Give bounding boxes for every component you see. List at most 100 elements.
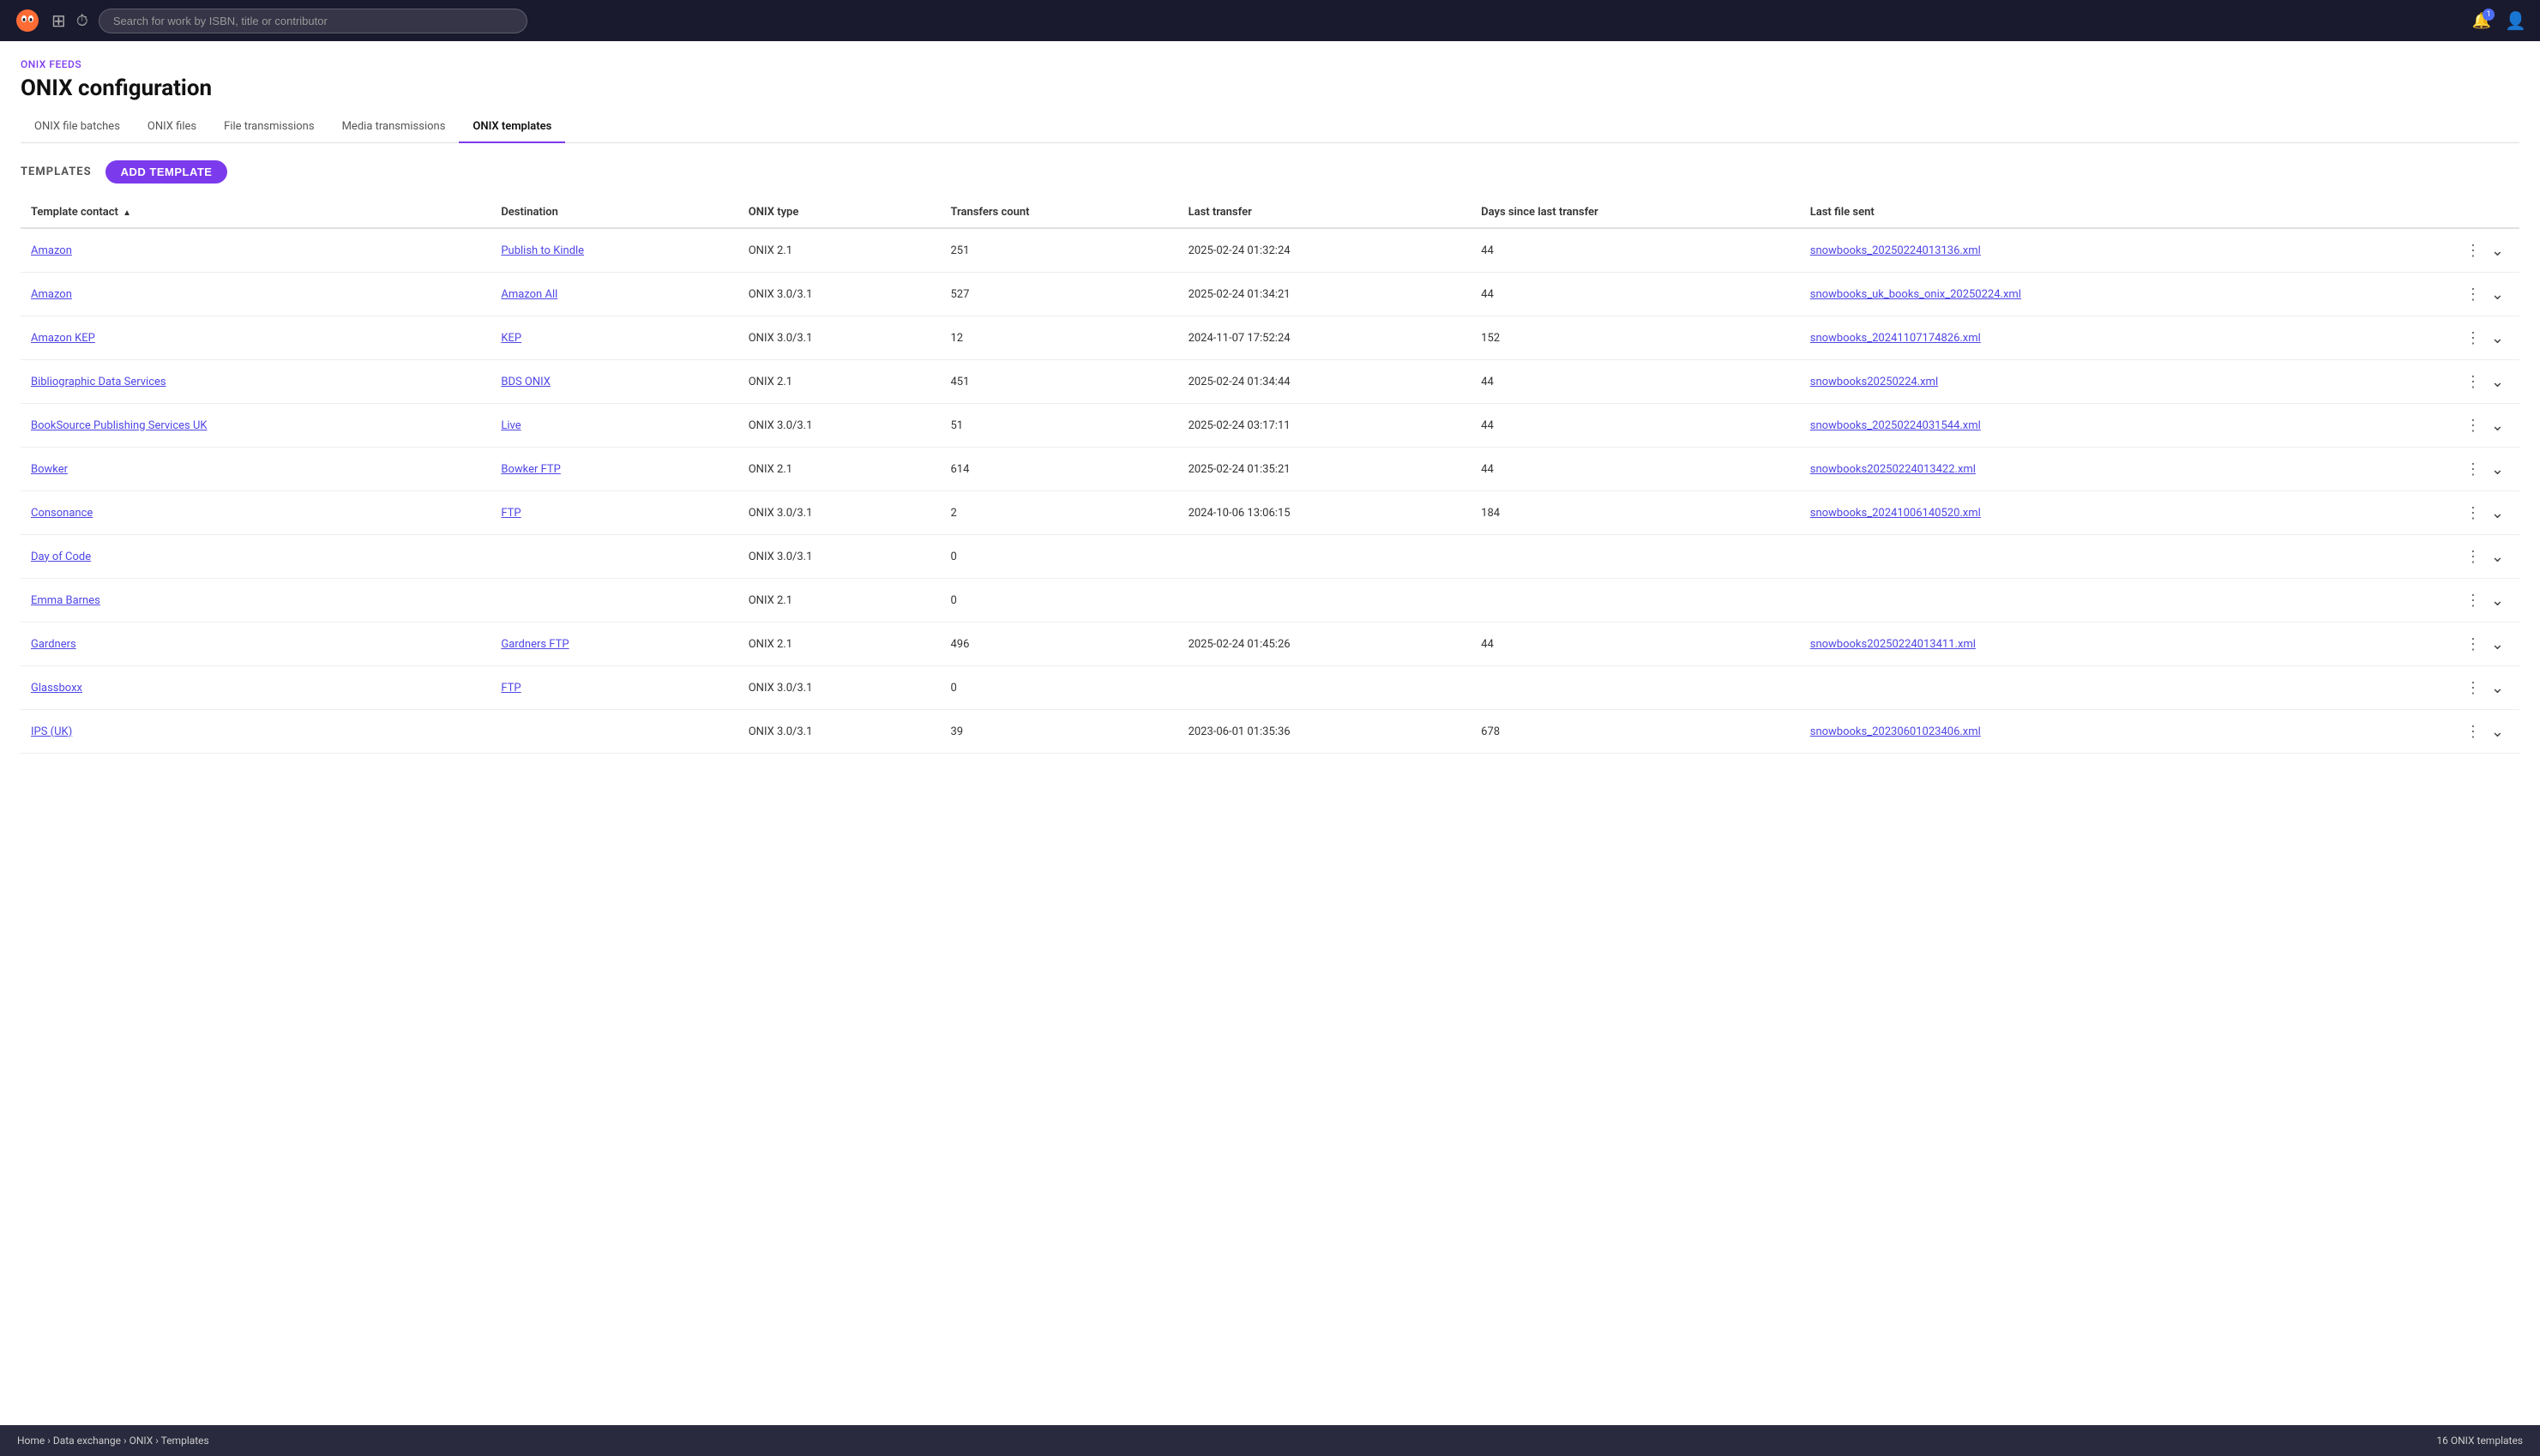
expand-row-button[interactable]: ⌄	[2486, 239, 2509, 262]
last-file-link[interactable]: snowbooks_20241006140520.xml	[1810, 507, 1981, 520]
last-transfer-cell: 2025-02-24 01:34:21	[1178, 273, 1472, 316]
page-content: ONIX FEEDS ONIX configuration ONIX file …	[0, 41, 2540, 1425]
last-file-link[interactable]: snowbooks20250224.xml	[1810, 376, 1938, 388]
tab-file-transmissions[interactable]: File transmissions	[210, 113, 328, 143]
user-avatar[interactable]: 👤	[2505, 10, 2526, 31]
more-options-button[interactable]: ⋮	[2460, 283, 2486, 305]
transfers-count-cell: 527	[940, 273, 1177, 316]
onix-type-cell: ONIX 3.0/3.1	[738, 710, 941, 754]
contact-link[interactable]: Amazon KEP	[31, 332, 95, 345]
contact-link[interactable]: Bibliographic Data Services	[31, 376, 166, 388]
more-options-button[interactable]: ⋮	[2460, 720, 2486, 743]
logo-icon[interactable]	[14, 7, 41, 34]
last-file-link[interactable]: snowbooks_20250224031544.xml	[1810, 419, 1981, 432]
destination-link[interactable]: Publish to Kindle	[501, 244, 584, 257]
expand-row-button[interactable]: ⌄	[2486, 458, 2509, 480]
tab-onix-files[interactable]: ONIX files	[134, 113, 210, 143]
table-row: Bibliographic Data ServicesBDS ONIXONIX …	[21, 360, 2519, 404]
breadcrumb: ONIX FEEDS	[21, 58, 2519, 70]
last-transfer-cell: 2025-02-24 01:45:26	[1178, 623, 1472, 666]
days-since-cell: 44	[1471, 360, 1800, 404]
contact-link[interactable]: Emma Barnes	[31, 594, 100, 607]
table-row: AmazonPublish to KindleONIX 2.12512025-0…	[21, 228, 2519, 273]
row-actions-cell: ⋮⌄	[2353, 448, 2519, 491]
page-title: ONIX configuration	[21, 75, 2519, 101]
transfers-count-cell: 496	[940, 623, 1177, 666]
last-transfer-cell	[1178, 579, 1472, 623]
table-row: BowkerBowker FTPONIX 2.16142025-02-24 01…	[21, 448, 2519, 491]
bottom-breadcrumb: Home › Data exchange › ONIX › Templates	[17, 1435, 209, 1447]
contact-link[interactable]: BookSource Publishing Services UK	[31, 419, 208, 432]
more-options-button[interactable]: ⋮	[2460, 327, 2486, 349]
contact-link[interactable]: IPS (UK)	[31, 725, 72, 738]
destination-link[interactable]: FTP	[501, 507, 521, 520]
destination-link[interactable]: Amazon All	[501, 288, 557, 301]
tab-media-transmissions[interactable]: Media transmissions	[328, 113, 460, 143]
col-onix-type: ONIX type	[738, 197, 941, 228]
expand-row-button[interactable]: ⌄	[2486, 633, 2509, 655]
destination-link[interactable]: KEP	[501, 332, 521, 345]
more-options-button[interactable]: ⋮	[2460, 589, 2486, 611]
more-options-button[interactable]: ⋮	[2460, 239, 2486, 262]
expand-row-button[interactable]: ⌄	[2486, 545, 2509, 568]
transfers-count-cell: 451	[940, 360, 1177, 404]
contact-link[interactable]: Gardners	[31, 638, 76, 651]
contact-link[interactable]: Day of Code	[31, 551, 91, 563]
top-navigation: ⊞ ⏱ 🔔 1 👤	[0, 0, 2540, 41]
row-actions-cell: ⋮⌄	[2353, 228, 2519, 273]
table-row: GlassboxxFTPONIX 3.0/3.10⋮⌄	[21, 666, 2519, 710]
row-actions-cell: ⋮⌄	[2353, 360, 2519, 404]
last-file-link[interactable]: snowbooks20250224013411.xml	[1810, 638, 1976, 651]
grid-icon[interactable]: ⊞	[51, 10, 66, 31]
last-transfer-cell: 2025-02-24 01:35:21	[1178, 448, 1472, 491]
more-options-button[interactable]: ⋮	[2460, 545, 2486, 568]
last-transfer-cell: 2025-02-24 03:17:11	[1178, 404, 1472, 448]
col-template-contact[interactable]: Template contact ▲	[21, 197, 491, 228]
destination-link[interactable]: Gardners FTP	[501, 638, 569, 651]
more-options-button[interactable]: ⋮	[2460, 370, 2486, 393]
history-icon[interactable]: ⏱	[76, 12, 88, 30]
expand-row-button[interactable]: ⌄	[2486, 720, 2509, 743]
expand-row-button[interactable]: ⌄	[2486, 677, 2509, 699]
days-since-cell: 44	[1471, 228, 1800, 273]
contact-link[interactable]: Amazon	[31, 288, 72, 301]
more-options-button[interactable]: ⋮	[2460, 414, 2486, 436]
last-file-link[interactable]: snowbooks_20230601023406.xml	[1810, 725, 1981, 738]
destination-link[interactable]: Live	[501, 419, 521, 432]
tab-onix-templates[interactable]: ONIX templates	[459, 113, 565, 143]
expand-row-button[interactable]: ⌄	[2486, 327, 2509, 349]
days-since-cell: 678	[1471, 710, 1800, 754]
destination-link[interactable]: FTP	[501, 682, 521, 695]
add-template-button[interactable]: ADD TEMPLATE	[105, 160, 228, 184]
last-file-link[interactable]: snowbooks_uk_books_onix_20250224.xml	[1810, 288, 2021, 301]
notifications-bell[interactable]: 🔔 1	[2472, 12, 2491, 30]
expand-row-button[interactable]: ⌄	[2486, 283, 2509, 305]
more-options-button[interactable]: ⋮	[2460, 458, 2486, 480]
days-since-cell: 44	[1471, 273, 1800, 316]
expand-row-button[interactable]: ⌄	[2486, 414, 2509, 436]
onix-type-cell: ONIX 3.0/3.1	[738, 535, 941, 579]
expand-row-button[interactable]: ⌄	[2486, 502, 2509, 524]
contact-link[interactable]: Amazon	[31, 244, 72, 257]
contact-link[interactable]: Bowker	[31, 463, 68, 476]
expand-row-button[interactable]: ⌄	[2486, 589, 2509, 611]
contact-link[interactable]: Consonance	[31, 507, 93, 520]
days-since-cell: 44	[1471, 623, 1800, 666]
transfers-count-cell: 51	[940, 404, 1177, 448]
onix-type-cell: ONIX 2.1	[738, 623, 941, 666]
more-options-button[interactable]: ⋮	[2460, 633, 2486, 655]
search-input[interactable]	[99, 9, 527, 33]
destination-link[interactable]: BDS ONIX	[501, 376, 551, 388]
last-file-link[interactable]: snowbooks_20241107174826.xml	[1810, 332, 1981, 345]
last-transfer-cell: 2025-02-24 01:32:24	[1178, 228, 1472, 273]
table-row: Day of CodeONIX 3.0/3.10⋮⌄	[21, 535, 2519, 579]
tab-onix-file-batches[interactable]: ONIX file batches	[21, 113, 134, 143]
contact-link[interactable]: Glassboxx	[31, 682, 82, 695]
bell-badge: 1	[2483, 9, 2495, 21]
more-options-button[interactable]: ⋮	[2460, 502, 2486, 524]
more-options-button[interactable]: ⋮	[2460, 677, 2486, 699]
last-file-link[interactable]: snowbooks20250224013422.xml	[1810, 463, 1976, 476]
last-file-link[interactable]: snowbooks_20250224013136.xml	[1810, 244, 1981, 257]
destination-link[interactable]: Bowker FTP	[501, 463, 561, 476]
expand-row-button[interactable]: ⌄	[2486, 370, 2509, 393]
